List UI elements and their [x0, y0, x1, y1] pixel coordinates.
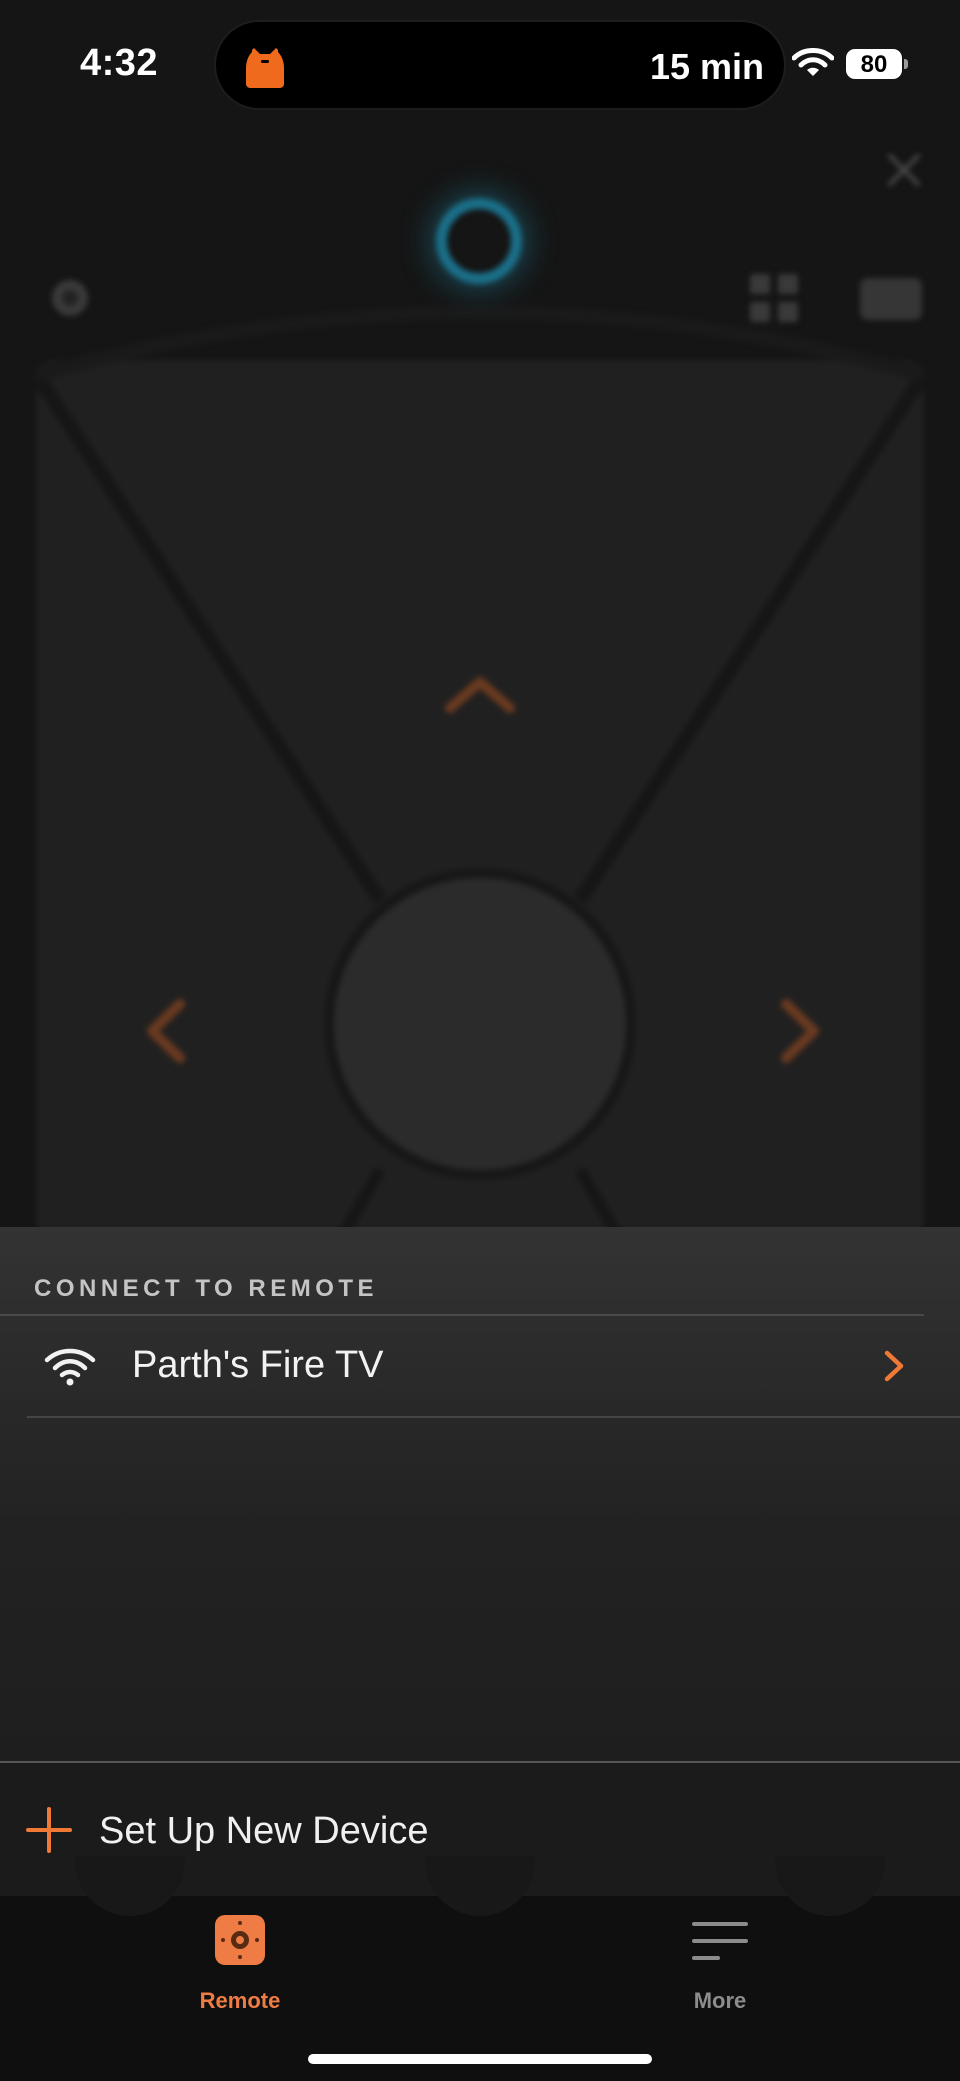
chevron-left-icon[interactable]	[142, 996, 190, 1066]
setup-label: Set Up New Device	[99, 1810, 429, 1852]
remote-button-shadow	[425, 1856, 535, 1916]
section-header: CONNECT TO REMOTE	[34, 1275, 379, 1302]
battery-cap	[904, 59, 908, 69]
tab-label: More	[693, 1988, 747, 2013]
home-indicator[interactable]	[308, 2054, 652, 2064]
gear-icon[interactable]	[44, 272, 96, 324]
remote-icon	[215, 1915, 265, 1965]
battery-level: 80	[860, 51, 888, 78]
menu-lines-icon	[692, 1922, 748, 1960]
keyboard-icon[interactable]	[860, 278, 922, 320]
tab-remote[interactable]: Remote	[140, 1896, 340, 2026]
alexa-ring-icon[interactable]	[436, 198, 522, 284]
device-name: Parth's Fire TV	[132, 1344, 384, 1386]
screen: 4:32 15 min 80 CONNECT TO REMOTE Parth's…	[0, 0, 960, 2081]
dynamic-island[interactable]: 15 min	[216, 22, 784, 108]
orange-app-icon	[246, 48, 284, 88]
chevron-right-icon	[884, 1350, 904, 1382]
device-row[interactable]: Parth's Fire TV	[0, 1316, 960, 1416]
plus-icon	[26, 1807, 72, 1853]
status-time: 4:32	[80, 42, 159, 84]
close-icon[interactable]	[884, 150, 924, 190]
status-bar: 4:32 15 min 80	[0, 0, 960, 130]
apps-grid-icon[interactable]	[748, 272, 800, 324]
wifi-icon	[44, 1348, 96, 1386]
chevron-right-icon[interactable]	[776, 996, 824, 1066]
chevron-up-icon[interactable]	[442, 672, 518, 716]
divider	[27, 1416, 960, 1418]
wifi-icon	[792, 48, 834, 76]
select-button[interactable]	[334, 878, 626, 1170]
timer-text: 15 min	[649, 46, 764, 87]
tab-label: Remote	[199, 1988, 281, 2013]
battery-indicator: 80	[846, 49, 908, 79]
tab-bar: Remote More	[0, 1856, 960, 2081]
tab-more[interactable]: More	[620, 1896, 820, 2026]
